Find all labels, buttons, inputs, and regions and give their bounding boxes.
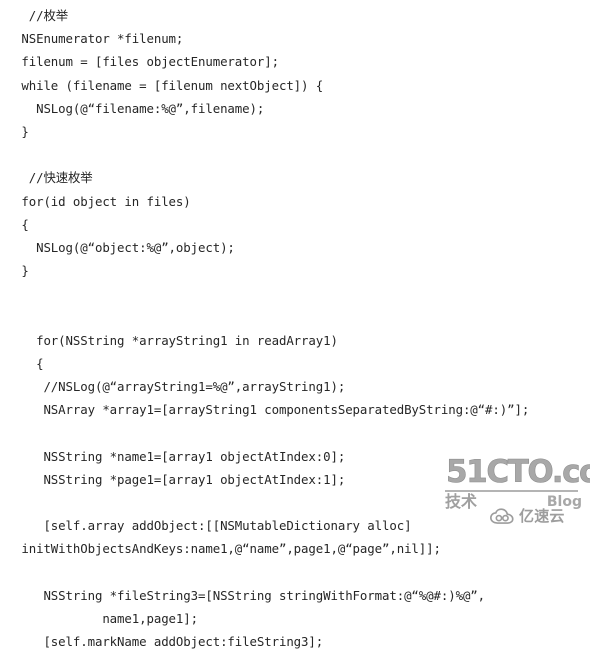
code-line: NSEnumerator *filenum; bbox=[14, 31, 184, 47]
code-line: NSLog(@“filename:%@”,filename); bbox=[14, 100, 265, 116]
code-line: while (filename = [filenum nextObject]) … bbox=[14, 77, 324, 93]
code-line: //快速枚举 bbox=[14, 170, 93, 186]
code-line: filenum = [files objectEnumerator]; bbox=[14, 54, 279, 70]
watermark-subtitle-blog: Blog bbox=[546, 494, 582, 510]
code-line: } bbox=[14, 263, 29, 279]
code-line: for(NSString *arrayString1 in readArray1… bbox=[14, 332, 338, 348]
code-line: //NSLog(@“arrayString1=%@”,arrayString1)… bbox=[14, 379, 346, 394]
code-line: name1,page1]; bbox=[14, 610, 198, 626]
code-line: //枚举 bbox=[14, 8, 69, 23]
code-line: } bbox=[14, 123, 29, 139]
code-line: [self.array addObject:[[NSMutableDiction… bbox=[14, 518, 412, 534]
code-line: NSString *page1=[array1 objectAtIndex:1]… bbox=[14, 471, 346, 487]
code-line: NSLog(@“object:%@”,object); bbox=[14, 239, 235, 255]
code-line: NSString *fileString3=[NSString stringWi… bbox=[14, 587, 486, 603]
code-line: { bbox=[14, 216, 29, 232]
code-viewer: //枚举 NSEnumerator *filenum; filenum = [f… bbox=[0, 0, 590, 649]
code-line: initWithObjectsAndKeys:name1,@“name”,pag… bbox=[14, 541, 441, 557]
code-line-list: //枚举 NSEnumerator *filenum; filenum = [f… bbox=[0, 0, 529, 653]
code-line: NSArray *array1=[arrayString1 components… bbox=[14, 402, 530, 418]
code-line: NSString *name1=[array1 objectAtIndex:0]… bbox=[14, 448, 346, 464]
code-line: [self.markName addObject:fileString3]; bbox=[14, 634, 324, 650]
code-line: for(id object in files) bbox=[14, 193, 191, 209]
code-line: { bbox=[14, 355, 44, 371]
